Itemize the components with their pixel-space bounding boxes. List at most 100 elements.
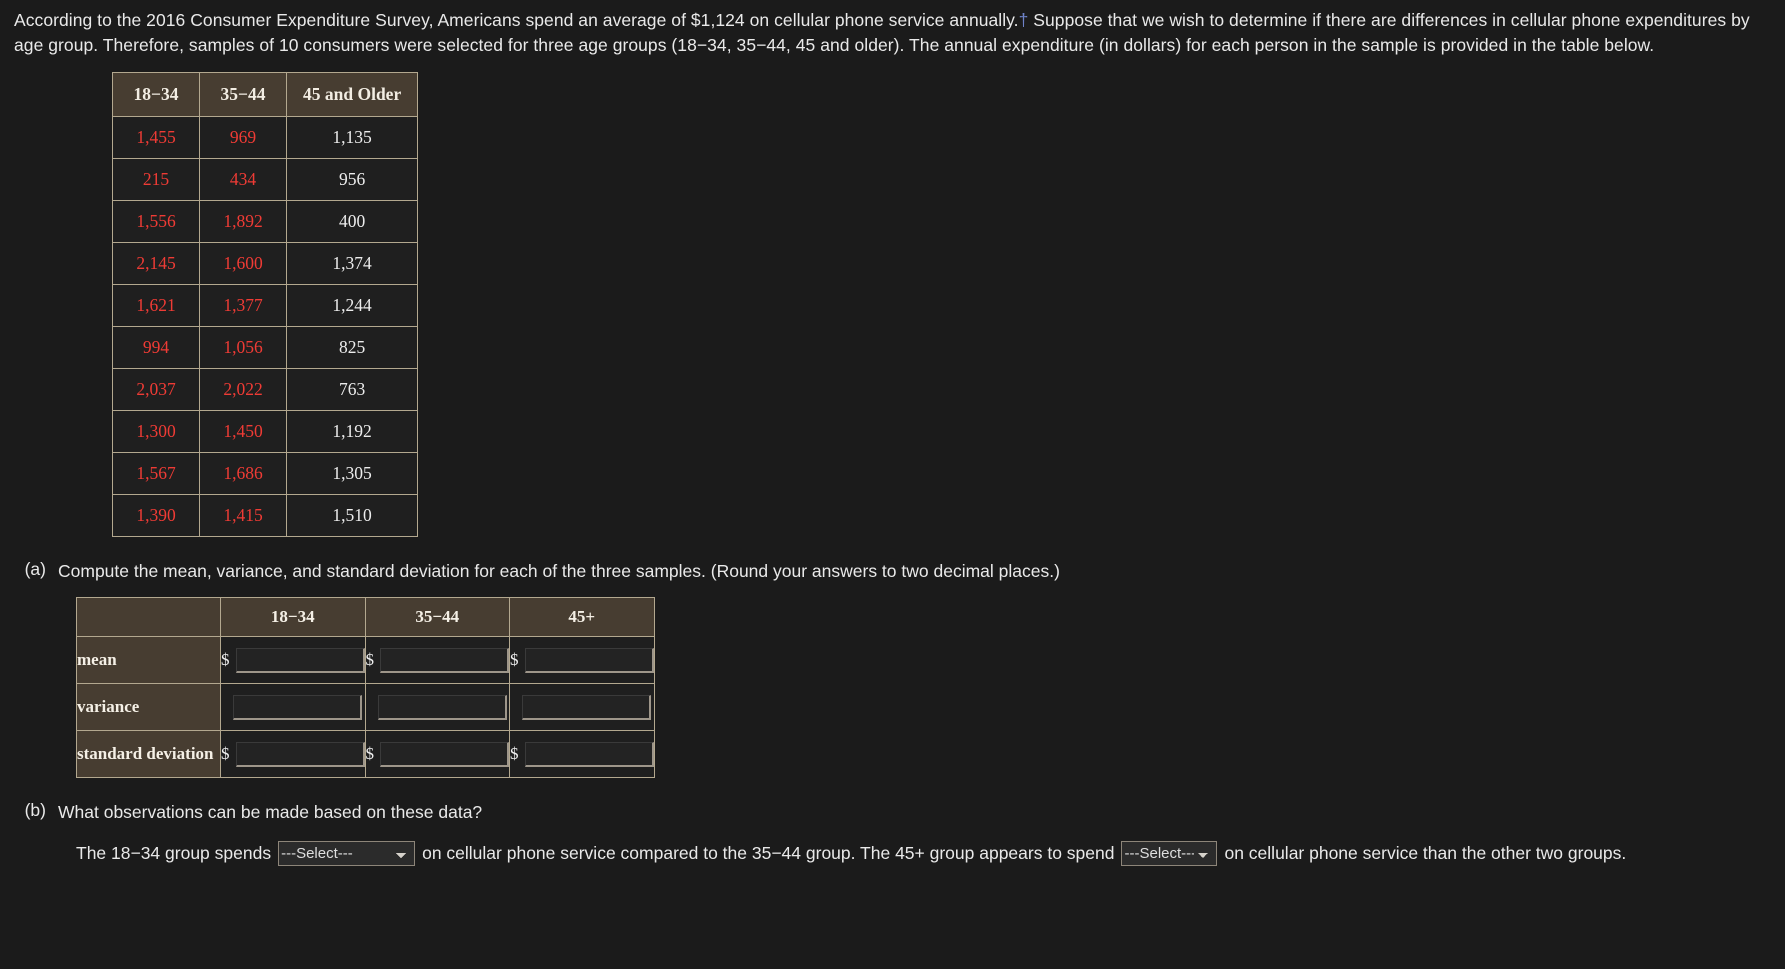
sd-cell-35-44: $ [364,730,510,778]
row-label-mean: mean [76,636,221,684]
part-b-letter: (b) [24,800,46,820]
table-row: 1,621 1,377 1,244 [112,284,419,327]
intro-text-part1: According to the 2016 Consumer Expenditu… [14,10,1019,30]
variance-field-group-45-plus [510,694,654,720]
cell-18-34: 2,145 [112,242,200,285]
variance-cell-18-34 [220,683,366,731]
mean-cell-45-plus: $ [509,636,655,684]
variance-field-group-35-44 [366,694,510,720]
mean-field-group-18-34: $ [221,647,365,673]
dollar-sign: $ [221,650,230,669]
variance-input-18-34[interactable] [233,694,362,720]
cell-18-34: 215 [112,158,200,201]
part-b-question: What observations can be made based on t… [58,802,483,822]
sd-field-group-35-44: $ [365,741,509,767]
sd-input-45-plus[interactable] [524,741,654,767]
table-row: 2,145 1,600 1,374 [112,242,419,285]
cell-35-44: 969 [199,116,287,159]
comparison-select-1[interactable]: ---Select--- [278,840,416,866]
intro-paragraph: According to the 2016 Consumer Expenditu… [14,8,1774,58]
answer-corner-cell [76,597,221,637]
cell-35-44: 1,600 [199,242,287,285]
dollar-sign: $ [365,650,375,669]
cell-45-older: 825 [285,326,419,369]
dollar-sign: $ [365,744,375,763]
table-row: 1,556 1,892 400 [112,200,419,243]
sd-cell-45-plus: $ [509,730,655,778]
row-label-variance: variance [76,683,221,731]
comparison-select-2[interactable]: ---Select--- [1121,840,1218,866]
answer-row-mean: mean $ $ $ [76,636,655,684]
mean-input-35-44[interactable] [380,647,509,673]
cell-35-44: 1,415 [199,494,287,537]
data-table-body: 1,455 969 1,135 215 434 956 1,556 1,892 … [112,116,419,537]
column-header-18-34: 18−34 [112,72,200,117]
sentence-segment-2: on cellular phone service compared to th… [422,843,1115,863]
cell-35-44: 1,377 [199,284,287,327]
cell-45-older: 400 [285,200,419,243]
dollar-sign: $ [510,744,519,763]
cell-45-older: 1,510 [285,494,419,537]
cell-45-older: 1,305 [285,452,419,495]
part-a-question: Compute the mean, variance, and standard… [58,561,1060,581]
table-row: 994 1,056 825 [112,326,419,369]
cell-35-44: 1,056 [199,326,287,369]
cell-18-34: 1,300 [112,410,200,453]
exercise-page: According to the 2016 Consumer Expenditu… [0,0,1785,969]
sentence-segment-3: on cellular phone service than the other… [1224,843,1627,863]
cell-18-34: 1,567 [112,452,200,495]
cell-35-44: 1,450 [199,410,287,453]
cell-35-44: 1,892 [199,200,287,243]
cell-35-44: 1,686 [199,452,287,495]
cell-45-older: 763 [285,368,419,411]
part-b: (b) What observations can be made based … [14,800,1775,824]
cell-45-older: 1,374 [285,242,419,285]
part-b-answer-sentence: The 18−34 group spends ---Select--- on c… [76,840,1775,866]
sd-field-group-18-34: $ [221,741,365,767]
sd-input-35-44[interactable] [380,741,509,767]
part-a-letter: (a) [24,559,46,579]
sd-field-group-45-plus: $ [510,741,654,767]
table-row: 1,455 969 1,135 [112,116,419,159]
answer-header-row: 18−34 35−44 45+ [76,597,655,637]
table-row: 1,390 1,415 1,510 [112,494,419,537]
sd-input-18-34[interactable] [235,741,365,767]
statistics-answer-table: 18−34 35−44 45+ mean $ $ $ variance stan… [76,597,655,778]
answer-table-container: 18−34 35−44 45+ mean $ $ $ variance stan… [76,597,1775,778]
mean-field-group-45-plus: $ [510,647,654,673]
answer-row-standard-deviation: standard deviation $ $ $ [76,730,655,778]
part-a: (a) Compute the mean, variance, and stan… [14,559,1775,583]
cell-45-older: 1,244 [285,284,419,327]
column-header-45-and-older: 45 and Older [285,72,419,117]
data-table-container: 18−34 35−44 45 and Older 1,455 969 1,135… [112,72,1775,537]
cell-18-34: 1,556 [112,200,200,243]
variance-input-35-44[interactable] [377,694,507,720]
mean-input-45-plus[interactable] [524,647,654,673]
cell-18-34: 2,037 [112,368,200,411]
footnote-dagger-icon[interactable]: † [1019,10,1029,30]
table-row: 215 434 956 [112,158,419,201]
cell-45-older: 1,135 [285,116,419,159]
row-label-standard-deviation: standard deviation [76,730,221,778]
mean-field-group-35-44: $ [365,647,509,673]
mean-cell-18-34: $ [220,636,366,684]
table-row: 1,567 1,686 1,305 [112,452,419,495]
sd-cell-18-34: $ [220,730,366,778]
cell-18-34: 1,455 [112,116,200,159]
answer-column-header-18-34: 18−34 [220,597,366,637]
cell-35-44: 2,022 [199,368,287,411]
cell-35-44: 434 [199,158,287,201]
mean-input-18-34[interactable] [235,647,365,673]
cell-45-older: 1,192 [285,410,419,453]
table-row: 1,300 1,450 1,192 [112,410,419,453]
dollar-sign: $ [221,744,230,763]
answer-row-variance: variance [76,683,655,731]
answer-column-header-45-plus: 45+ [509,597,655,637]
table-header-row: 18−34 35−44 45 and Older [112,72,419,117]
variance-input-45-plus[interactable] [522,694,651,720]
table-row: 2,037 2,022 763 [112,368,419,411]
dollar-sign: $ [510,650,519,669]
mean-cell-35-44: $ [364,636,510,684]
variance-field-group-18-34 [221,694,365,720]
cell-18-34: 994 [112,326,200,369]
